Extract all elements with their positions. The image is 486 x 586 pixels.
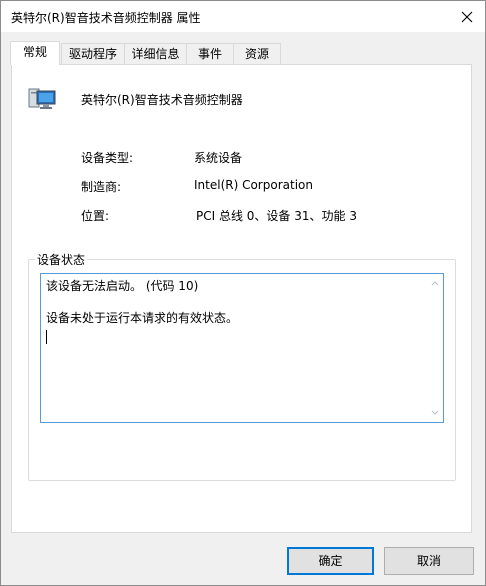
device-type-value: 系统设备 xyxy=(194,151,243,165)
scroll-up-icon xyxy=(431,281,439,286)
close-icon xyxy=(461,11,473,22)
vertical-scrollbar[interactable] xyxy=(427,274,443,422)
tab-details-label: 详细信息 xyxy=(131,47,180,61)
tab-resources[interactable]: 资源 xyxy=(233,43,281,65)
tab-resources-label: 资源 xyxy=(244,47,269,61)
tab-driver[interactable]: 驱动程序 xyxy=(61,43,125,65)
scroll-down-icon xyxy=(431,410,439,415)
manufacturer-label: 制造商: xyxy=(81,180,122,194)
device-status-textbox[interactable]: 该设备无法启动。 (代码 10) 设备未处于运行本请求的有效状态。 xyxy=(40,273,444,423)
tab-events[interactable]: 事件 xyxy=(186,43,234,65)
device-status-title: 设备状态 xyxy=(35,251,88,268)
location-value: PCI 总线 0、设备 31、功能 3 xyxy=(196,209,357,223)
cancel-button-label: 取消 xyxy=(416,554,441,568)
manufacturer-value: Intel(R) Corporation xyxy=(194,178,313,192)
tab-driver-label: 驱动程序 xyxy=(68,47,117,61)
tab-details[interactable]: 详细信息 xyxy=(124,43,187,65)
ok-button[interactable]: 确定 xyxy=(287,547,374,575)
tab-general-label: 常规 xyxy=(22,45,47,59)
device-name: 英特尔(R)智音技术音频控制器 xyxy=(81,93,243,107)
tab-events-label: 事件 xyxy=(197,47,222,61)
cancel-button[interactable]: 取消 xyxy=(384,547,474,575)
properties-dialog: 英特尔(R)智音技术音频控制器 属性 常规 驱动程序 详细信息 事件 资源 英特… xyxy=(0,0,486,586)
text-caret xyxy=(46,330,47,344)
ok-button-label: 确定 xyxy=(318,554,343,568)
monitor-icon xyxy=(27,85,59,113)
close-button[interactable] xyxy=(449,1,485,32)
window-title: 英特尔(R)智音技术音频控制器 属性 xyxy=(11,11,201,25)
title-bar[interactable]: 英特尔(R)智音技术音频控制器 属性 xyxy=(1,1,485,32)
tab-general[interactable]: 常规 xyxy=(10,41,60,65)
device-status-text: 该设备无法启动。 (代码 10) 设备未处于运行本请求的有效状态。 xyxy=(46,279,239,325)
device-type-label: 设备类型: xyxy=(81,151,134,165)
location-label: 位置: xyxy=(81,209,110,223)
